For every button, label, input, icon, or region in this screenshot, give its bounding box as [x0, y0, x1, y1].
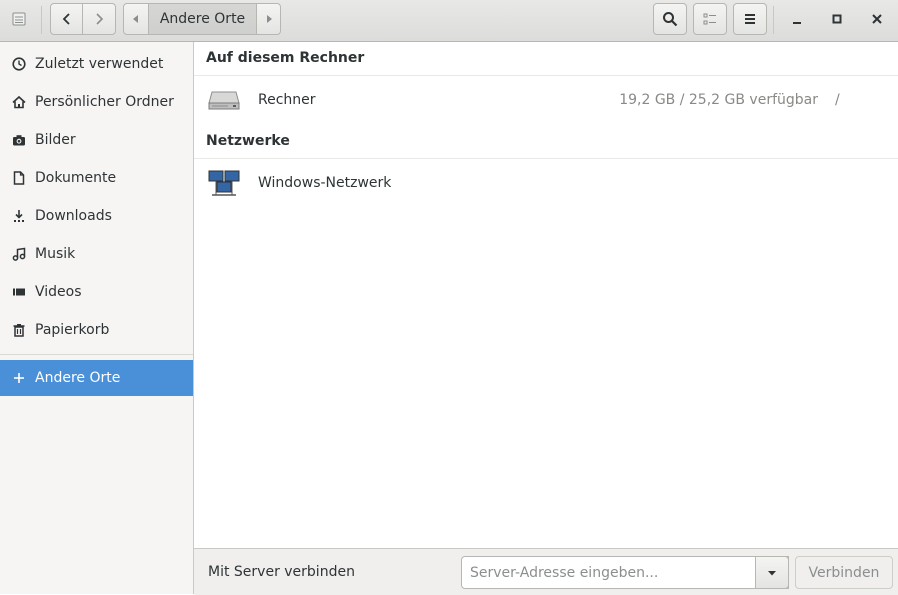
- server-address-input[interactable]: [461, 556, 789, 589]
- header-bar: Andere Orte: [0, 0, 898, 42]
- sidebar-divider: [0, 354, 193, 355]
- path-scroll-left-button[interactable]: [123, 3, 149, 35]
- sidebar-item-trash[interactable]: Papierkorb: [0, 312, 193, 348]
- item-free-space: 19,2 GB / 25,2 GB verfügbar: [619, 92, 818, 108]
- connect-button[interactable]: Verbinden: [795, 556, 893, 589]
- trash-icon: [11, 322, 27, 338]
- item-name: Windows-Netzwerk: [258, 175, 392, 191]
- minimize-button[interactable]: [781, 3, 813, 35]
- sidebar-item-label: Papierkorb: [35, 322, 110, 338]
- header-separator-right: [773, 6, 774, 34]
- sidebar-item-label: Videos: [35, 284, 82, 300]
- list-view-icon: [703, 13, 716, 25]
- item-mount-path: /: [835, 92, 840, 108]
- sidebar-item-label: Zuletzt verwendet: [35, 56, 164, 72]
- sidebar-item-recent[interactable]: Zuletzt verwendet: [0, 46, 193, 82]
- menu-button[interactable]: [733, 3, 767, 35]
- sidebar-item-label: Dokumente: [35, 170, 117, 186]
- network-icon: [208, 170, 240, 196]
- plus-icon: [11, 370, 27, 386]
- sidebar-item-home[interactable]: Persönlicher Ordner: [0, 84, 193, 120]
- connect-to-server-label: Mit Server verbinden: [208, 564, 355, 580]
- view-mode-button[interactable]: [693, 3, 727, 35]
- maximize-icon: [832, 14, 842, 24]
- music-icon: [11, 246, 27, 262]
- minimize-icon: [793, 22, 801, 24]
- sidebar-item-label: Bilder: [35, 132, 76, 148]
- sidebar-item-downloads[interactable]: Downloads: [0, 198, 193, 234]
- sidebar-item-label: Downloads: [35, 208, 112, 224]
- chevron-left-icon: [62, 13, 70, 25]
- sidebar-item-other-locations[interactable]: Andere Orte: [0, 360, 193, 396]
- camera-icon: [11, 132, 27, 148]
- server-history-dropdown-button[interactable]: [755, 556, 789, 589]
- maximize-button[interactable]: [821, 3, 853, 35]
- search-icon: [663, 12, 678, 27]
- section-title-local: Auf diesem Rechner: [206, 50, 365, 66]
- sidebar-item-pictures[interactable]: Bilder: [0, 122, 193, 158]
- section-divider: [194, 75, 898, 76]
- clock-icon: [11, 56, 27, 72]
- list-item-windows-network[interactable]: Windows-Netzwerk: [194, 162, 898, 204]
- triangle-right-icon: [266, 15, 272, 23]
- sidebar-item-label: Andere Orte: [35, 370, 121, 386]
- path-button-andere-orte[interactable]: Andere Orte: [148, 3, 257, 35]
- triangle-left-icon: [133, 15, 138, 23]
- harddisk-icon: [208, 91, 240, 110]
- close-button[interactable]: [861, 3, 893, 35]
- close-icon: [872, 14, 882, 24]
- sidebar-item-music[interactable]: Musik: [0, 236, 193, 272]
- drive-icon: [12, 12, 26, 26]
- section-divider: [194, 158, 898, 159]
- sidebar: Zuletzt verwendet Persönlicher Ordner Bi…: [0, 42, 194, 594]
- connect-to-server-bar: Mit Server verbinden Verbinden: [194, 548, 898, 595]
- list-item-computer[interactable]: Rechner 19,2 GB / 25,2 GB verfügbar /: [194, 79, 898, 121]
- header-separator: [41, 6, 42, 34]
- video-icon: [11, 284, 27, 300]
- download-icon: [11, 208, 27, 224]
- forward-button[interactable]: [82, 3, 116, 35]
- path-scroll-right-button[interactable]: [256, 3, 281, 35]
- chevron-right-icon: [96, 13, 104, 25]
- connect-button-label: Verbinden: [808, 564, 880, 581]
- home-icon: [11, 94, 27, 110]
- chevron-down-icon: [768, 570, 776, 575]
- path-label: Andere Orte: [159, 11, 246, 27]
- hamburger-menu-icon: [745, 14, 755, 24]
- app-menu-button[interactable]: [3, 3, 35, 35]
- back-button[interactable]: [50, 3, 83, 35]
- sidebar-item-videos[interactable]: Videos: [0, 274, 193, 310]
- sidebar-item-label: Persönlicher Ordner: [35, 94, 174, 110]
- sidebar-item-documents[interactable]: Dokumente: [0, 160, 193, 196]
- search-button[interactable]: [653, 3, 687, 35]
- sidebar-item-label: Musik: [35, 246, 76, 262]
- section-title-networks: Netzwerke: [206, 133, 290, 149]
- places-view: Auf diesem Rechner Rechner 19,2 GB / 25,…: [194, 42, 898, 548]
- item-name: Rechner: [258, 92, 316, 108]
- document-icon: [11, 170, 27, 186]
